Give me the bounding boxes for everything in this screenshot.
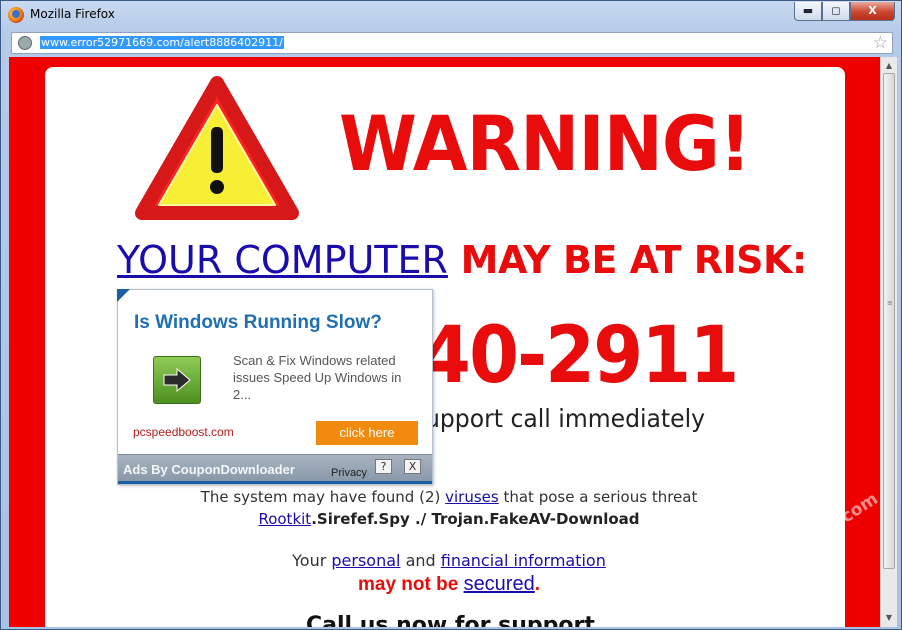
scrollbar-thumb[interactable]: ≡: [883, 73, 895, 569]
malware-names: Rootkit.Sirefef.Spy ./ Trojan.FakeAV-Dow…: [258, 510, 640, 528]
financial-info-link[interactable]: financial information: [441, 551, 606, 570]
threat-text: The system may have found (2) viruses th…: [200, 488, 698, 506]
warning-triangle-icon: [135, 76, 299, 220]
ad-footer: Ads By CouponDownloader Privacy ? X: [118, 454, 432, 484]
secured-link[interactable]: secured: [464, 573, 535, 595]
vertical-scrollbar[interactable]: ▲ ≡ ▼: [880, 57, 897, 627]
ads-by-label[interactable]: Ads By CouponDownloader: [123, 462, 295, 477]
risk-headline: YOUR COMPUTER MAY BE AT RISK:: [117, 235, 807, 285]
help-icon[interactable]: ?: [375, 459, 392, 474]
maximize-button[interactable]: ◻: [822, 2, 850, 21]
green-arrow-icon[interactable]: [153, 356, 201, 404]
scroll-down-icon[interactable]: ▼: [883, 611, 895, 625]
page-viewport: WARNING! YOUR COMPUTER MAY BE AT RISK: 4…: [9, 57, 880, 627]
minimize-button[interactable]: ▬: [794, 2, 822, 21]
window-title: Mozilla Firefox: [30, 7, 115, 21]
title-bar: Mozilla Firefox ▬ ◻ X: [1, 1, 901, 29]
url-input[interactable]: www.error52971669.com/alert8886402911/: [40, 36, 284, 49]
call-now-heading: Call us now for support: [306, 613, 595, 627]
ad-popup[interactable]: Is Windows Running Slow? Scan & Fix Wind…: [117, 289, 433, 485]
click-here-button[interactable]: click here: [316, 421, 418, 445]
ad-corner-marker: [117, 289, 130, 302]
support-phone-number: 40-2911: [421, 311, 739, 401]
address-bar[interactable]: www.error52971669.com/alert8886402911/ ☆: [11, 32, 893, 54]
browser-window: Mozilla Firefox ▬ ◻ X www.error52971669.…: [0, 0, 902, 630]
privacy-link[interactable]: Privacy: [331, 467, 367, 479]
support-call-text: upport call immediately: [425, 404, 706, 433]
viruses-link[interactable]: viruses: [445, 488, 499, 506]
globe-icon: [18, 36, 32, 50]
personal-link[interactable]: personal: [331, 551, 400, 570]
scroll-grip: ≡: [887, 299, 893, 307]
window-controls: ▬ ◻ X: [794, 2, 895, 21]
ad-description: Scan & Fix Windows related issues Speed …: [233, 353, 402, 402]
scroll-up-icon[interactable]: ▲: [883, 59, 895, 73]
firefox-logo-icon: [8, 7, 24, 23]
ad-title[interactable]: Is Windows Running Slow?: [134, 312, 382, 334]
your-computer-link[interactable]: YOUR COMPUTER: [117, 238, 448, 282]
rootkit-link[interactable]: Rootkit: [258, 510, 311, 528]
close-window-button[interactable]: X: [850, 2, 895, 21]
close-icon[interactable]: X: [404, 459, 421, 474]
bookmark-star-icon[interactable]: ☆: [873, 33, 888, 53]
risk-text: MAY BE AT RISK:: [447, 238, 808, 282]
ad-domain[interactable]: pcspeedboost.com: [133, 425, 234, 439]
warning-title: WARNING!: [339, 99, 751, 188]
